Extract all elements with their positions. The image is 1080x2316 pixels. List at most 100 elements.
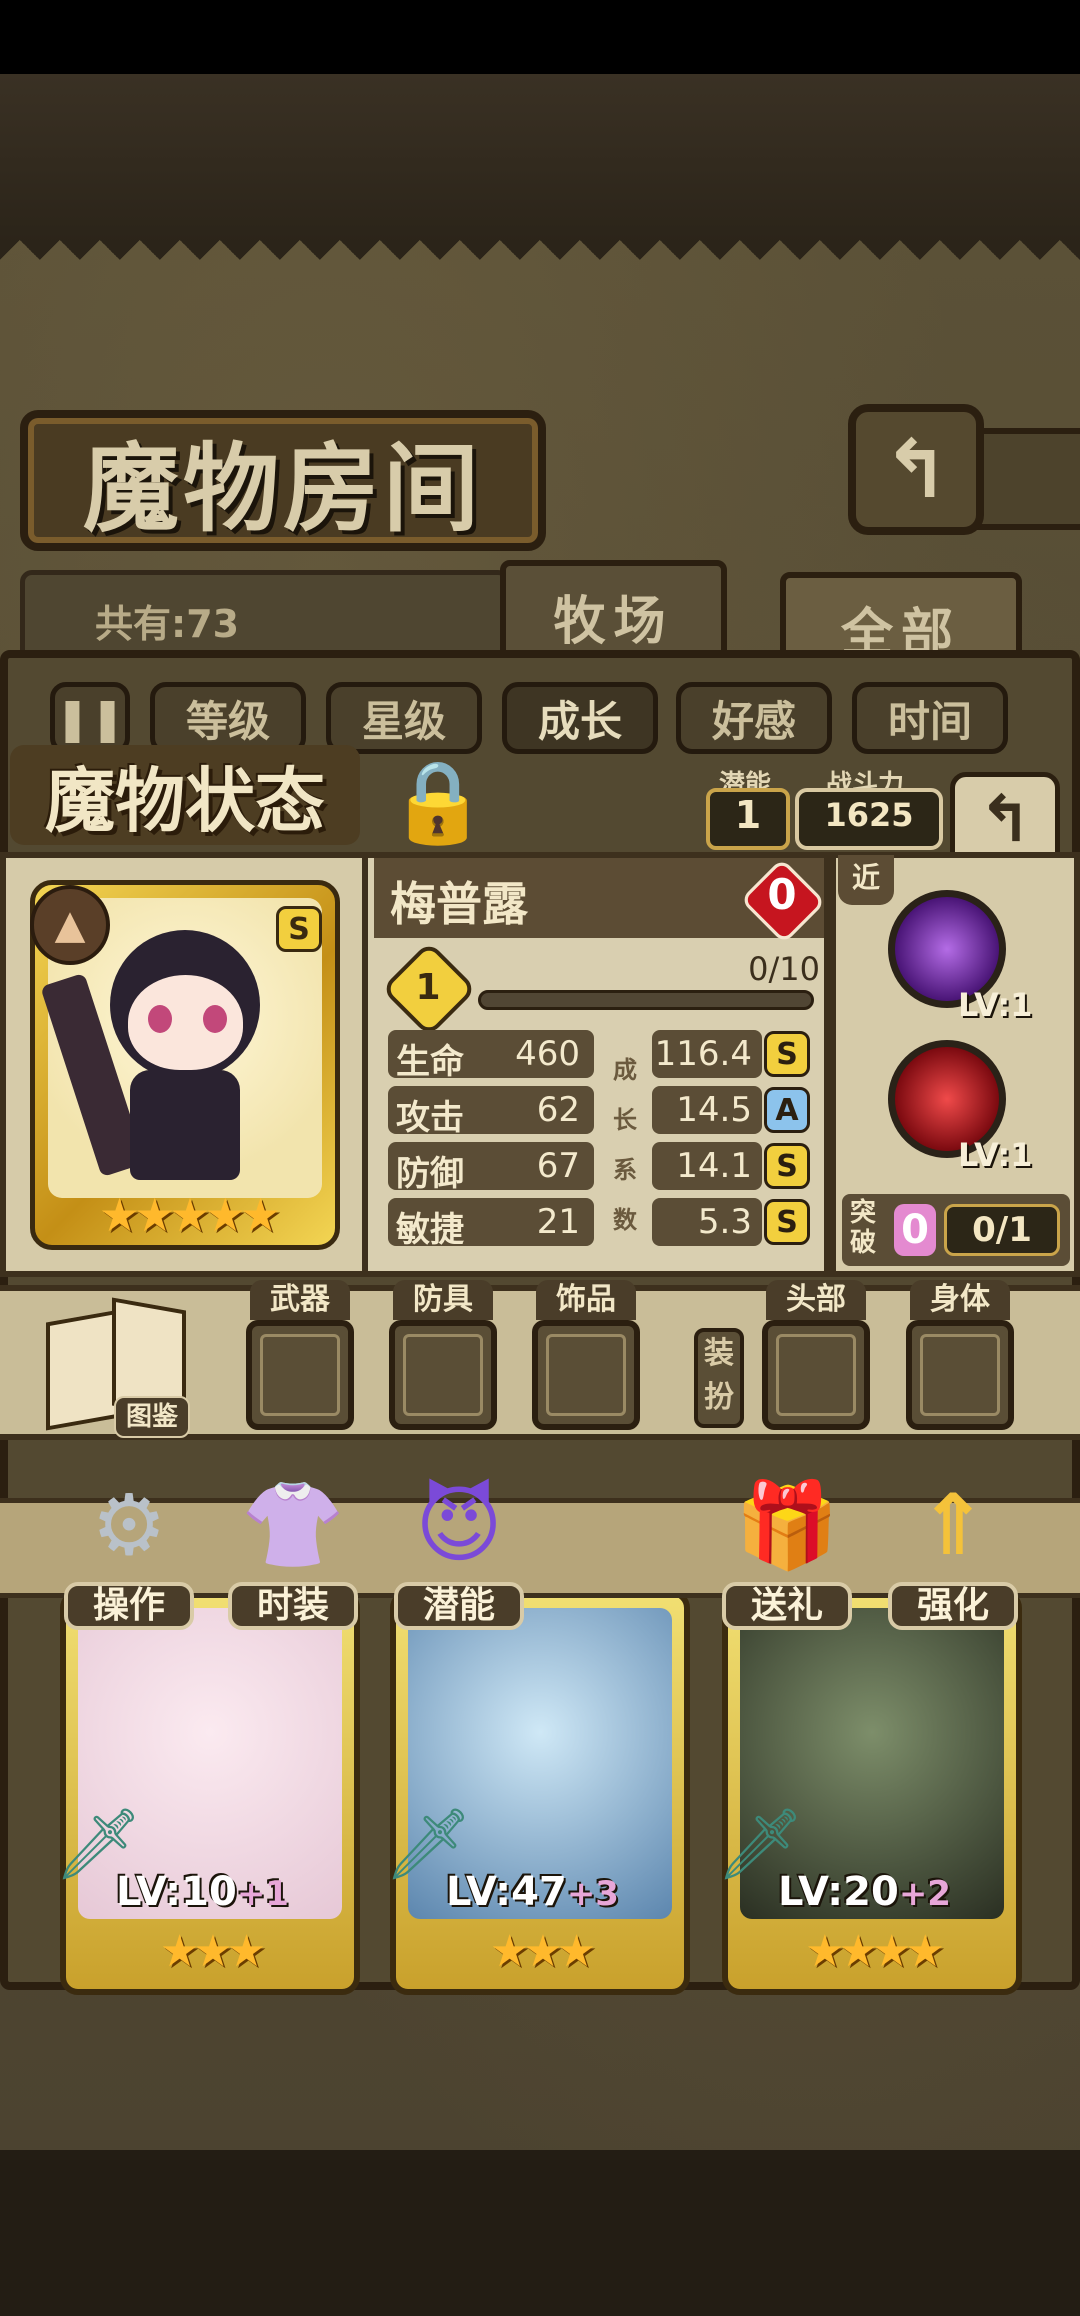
affection-heart: 0 (740, 858, 826, 944)
growth-label-char: 成 (613, 1056, 637, 1084)
breakthrough-progress: 0/1 (944, 1204, 1060, 1256)
mountain-element-icon: ▲ (30, 885, 110, 965)
stat-name: 敏捷 (396, 1210, 464, 1250)
gear-icon: ⚙ (91, 1476, 167, 1574)
potential-badge: 1 (706, 788, 790, 850)
grade-letter: A (775, 1092, 799, 1128)
sort-time-label: 时间 (887, 696, 972, 746)
potential-action-label: 潜能 (394, 1582, 524, 1630)
star-icons: ★★★★★ (98, 1188, 281, 1242)
card-level-text: LV:10 (116, 1869, 237, 1915)
grade-badge: A (764, 1087, 810, 1133)
stat-value: 62 (536, 1090, 580, 1130)
level-value: 1 (415, 967, 441, 1008)
range-tag: 近 (838, 855, 894, 905)
grade-letter: S (776, 1036, 798, 1072)
status-title: 魔物状态 (45, 758, 325, 842)
slot-label-body: 身体 (910, 1280, 1010, 1320)
pause-icon: ❚❚ (54, 693, 126, 743)
growth-label-char: 数 (613, 1206, 637, 1234)
book-page-left (46, 1309, 120, 1431)
stat-row-atk: 攻击 62 (388, 1086, 594, 1138)
slot-label-armor: 防具 (393, 1280, 493, 1320)
monster-card[interactable]: 🗡 LV:20+2 ★★★★ (716, 1590, 1022, 1995)
demon-icon: 😈 (415, 1476, 503, 1574)
grade-badge: S (764, 1143, 810, 1189)
rank-value: S (288, 911, 310, 947)
power-value: 1625 (824, 796, 914, 834)
sort-growth-label: 成长 (537, 696, 622, 746)
gift-button[interactable]: 🎁 送礼 (722, 1470, 852, 1632)
potential-value: 1 (734, 793, 762, 837)
background-bottom (0, 2150, 1080, 2316)
rank-badge: S (276, 906, 322, 952)
card-level-plus: +1 (236, 1874, 289, 1914)
back-button[interactable]: ↰ (848, 404, 984, 535)
equip-slot-body[interactable] (906, 1320, 1014, 1430)
sort-star-button[interactable]: 星级 (326, 682, 482, 754)
skill-2-level: LV:1 (958, 1136, 1033, 1174)
sort-level-button[interactable]: 等级 (150, 682, 306, 754)
stat-row-def: 防御 67 (388, 1142, 594, 1194)
breakthrough-label: 突破 (850, 1198, 877, 1258)
exp-bar (478, 990, 814, 1010)
card-level-text: LV:20 (778, 1869, 899, 1915)
monster-name: 梅普露 (390, 877, 528, 931)
card-stars: ★★★★ (805, 1926, 945, 1977)
upgrade-label: 强化 (888, 1582, 1018, 1630)
stat-name: 防御 (396, 1154, 464, 1194)
monster-count: 共有:73 (95, 602, 240, 646)
character-body (130, 1070, 240, 1180)
stat-name: 攻击 (396, 1098, 464, 1138)
grade-letter: S (776, 1148, 798, 1184)
stat-row-hp: 生命 460 (388, 1030, 594, 1082)
book-icon[interactable]: 图鉴 (40, 1297, 190, 1440)
stat-row-agi: 敏捷 21 (388, 1198, 594, 1250)
card-stars: ★★★ (159, 1926, 266, 1977)
growth-value-atk: 14.5 (652, 1086, 762, 1134)
outfit-button[interactable]: 👚 时装 (228, 1470, 358, 1632)
gift-icon: 🎁 (734, 1475, 840, 1574)
room-title: 魔物房间 (83, 432, 483, 545)
pause-button[interactable]: ❚❚ (50, 682, 130, 754)
breakthrough-value: 0 (894, 1204, 936, 1256)
sword-icon: 🗡 (716, 1803, 805, 1903)
status-title-plate: 魔物状态 (10, 745, 360, 845)
sort-time-button[interactable]: 时间 (852, 682, 1008, 754)
background-top (0, 74, 1080, 244)
lock-icon[interactable]: 🔒 (388, 752, 488, 852)
operate-label: 操作 (64, 1582, 194, 1630)
stat-value: 460 (515, 1034, 580, 1074)
back-rail (968, 428, 1080, 530)
monster-card[interactable]: 🗡 LV:47+3 ★★★ (384, 1590, 690, 1995)
equip-slot-armor[interactable] (389, 1320, 497, 1430)
growth-label-char: 长 (613, 1106, 637, 1134)
slot-label-weapon: 武器 (250, 1280, 350, 1320)
card-level-plus: +3 (566, 1874, 619, 1914)
grade-badge: S (764, 1031, 810, 1077)
growth-label-char: 系 (613, 1156, 637, 1184)
operate-button[interactable]: ⚙ 操作 (64, 1470, 194, 1632)
equip-slot-head[interactable] (762, 1320, 870, 1430)
gift-label: 送礼 (722, 1582, 852, 1630)
monster-card[interactable]: 🗡 LV:10+1 ★★★ (54, 1590, 360, 1995)
growth-value-hp: 116.4 (652, 1030, 762, 1078)
sort-affection-button[interactable]: 好感 (676, 682, 832, 754)
equip-slot-weapon[interactable] (246, 1320, 354, 1430)
outfit-label: 时装 (228, 1582, 358, 1630)
upgrade-button[interactable]: ⇑ 强化 (888, 1470, 1018, 1632)
character-eye-left (148, 1005, 172, 1033)
affection-value: 0 (767, 870, 797, 919)
sort-affection-label: 好感 (711, 696, 796, 746)
character-eye-right (203, 1005, 227, 1033)
card-stars: ★★★ (489, 1926, 596, 1977)
breakthrough-box: 突破 0 0/1 (842, 1194, 1070, 1266)
equip-slot-accessory[interactable] (532, 1320, 640, 1430)
stat-value: 67 (536, 1146, 580, 1186)
torn-edge (0, 240, 1080, 280)
room-title-plate: 魔物房间 (20, 410, 546, 551)
sort-growth-button[interactable]: 成长 (502, 682, 658, 754)
growth-value: 116.4 (654, 1034, 752, 1074)
potential-button[interactable]: 😈 潜能 (394, 1470, 524, 1632)
grade-letter: S (776, 1204, 798, 1240)
